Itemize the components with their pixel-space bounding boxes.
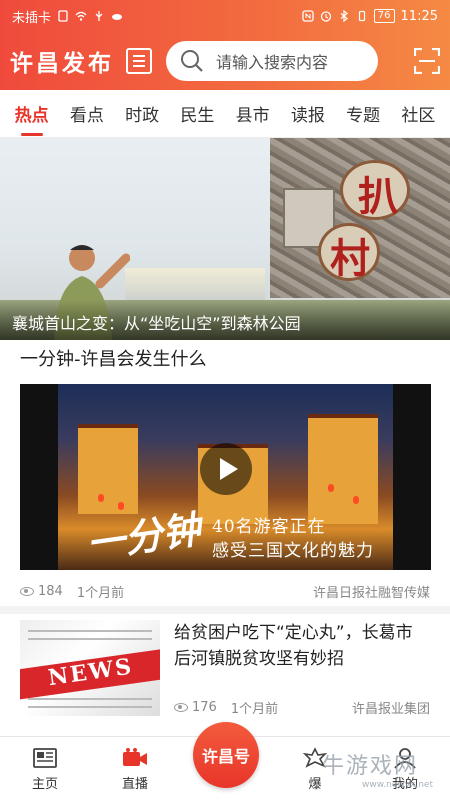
cloud-icon: [112, 14, 123, 20]
thumb-line: [28, 698, 152, 700]
alarm-icon: [320, 11, 331, 22]
nav-live-label: 直播: [121, 777, 148, 792]
clock: 11:25: [400, 8, 438, 24]
news-thumbnail[interactable]: NEWS: [20, 620, 160, 716]
views-icon: [20, 587, 34, 596]
video-camera-icon: [123, 748, 147, 766]
app-header: 未插卡 76 11:25 许昌发布 请输入搜索内容: [0, 0, 450, 90]
newspaper-icon[interactable]: [126, 48, 152, 74]
watermark-text: 牛游戏网: [322, 754, 419, 779]
lantern: [328, 484, 334, 492]
watermark-url: www.newyx.net: [362, 780, 434, 790]
tab-highlights[interactable]: 看点: [68, 97, 106, 130]
video-tower-right: [308, 414, 378, 524]
video-post-title[interactable]: 一分钟-许昌会发生什么: [20, 345, 207, 371]
video-player[interactable]: 一分钟 40名游客正在 感受三国文化的魅力: [20, 384, 431, 570]
video-views: 184: [38, 584, 63, 599]
xuchang-hao-button[interactable]: 许昌号: [193, 722, 259, 788]
watermark: 牛游戏网 www.newyx.net: [322, 748, 433, 790]
section-divider: [0, 606, 450, 614]
tab-hot[interactable]: 热点: [13, 97, 51, 136]
tab-livelihood[interactable]: 民生: [178, 97, 216, 130]
news-source: 许昌报业集团: [351, 702, 430, 717]
views-icon: [174, 703, 188, 712]
sim-icon: [58, 10, 68, 22]
nav-home-label: 主页: [31, 777, 58, 792]
news-title[interactable]: 给贫困户吃下“定心丸”，长葛市后河镇脱贫攻坚有妙招: [174, 620, 424, 672]
usb-icon: [95, 11, 103, 21]
hero-caption: 襄城首山之变：从“坐吃山空”到森林公园: [0, 300, 450, 340]
nfc-icon: [302, 10, 314, 22]
hero-sign-char-1: 扒: [358, 173, 398, 220]
vibrate-icon: [358, 10, 365, 22]
wifi-icon: [75, 11, 87, 21]
app-title: 许昌发布: [10, 51, 114, 77]
search-input[interactable]: 请输入搜索内容: [166, 41, 378, 81]
news-views: 176: [192, 700, 217, 715]
lantern: [98, 494, 104, 502]
tab-community[interactable]: 社区: [399, 97, 437, 130]
status-bar: 未插卡 76 11:25: [0, 0, 450, 32]
search-icon: [181, 50, 203, 72]
video-source: 许昌日报社融智传媒: [312, 586, 430, 601]
thumb-line: [28, 706, 152, 708]
scan-icon[interactable]: [414, 48, 440, 74]
nav-explode-label: 爆: [308, 777, 322, 792]
lantern: [353, 496, 359, 504]
thumb-line: [28, 630, 152, 632]
tab-politics[interactable]: 时政: [123, 97, 161, 130]
news-time: 1个月前: [230, 702, 279, 717]
search-placeholder: 请输入搜索内容: [216, 53, 329, 72]
tab-read-paper[interactable]: 读报: [289, 97, 327, 130]
carrier-label: 未插卡: [12, 10, 52, 26]
news-thumb-label: NEWS: [20, 644, 160, 702]
video-post-meta: 184 1个月前: [20, 582, 124, 601]
video-overlay-line2: 感受三国文化的魅力: [212, 541, 374, 561]
hero-banner[interactable]: 扒 村 襄城首山之变：从“坐吃山空”到森林公园: [0, 138, 450, 340]
thumb-line: [28, 638, 152, 640]
hero-sign-char-2: 村: [330, 235, 370, 282]
video-tower-left: [78, 424, 138, 514]
newspaper-nav-icon: [33, 748, 57, 768]
nav-home[interactable]: 主页: [10, 747, 80, 792]
bluetooth-icon: [340, 10, 348, 22]
tab-counties[interactable]: 县市: [234, 97, 272, 130]
video-time: 1个月前: [76, 586, 125, 601]
news-meta: 176 1个月前: [174, 698, 278, 717]
play-icon[interactable]: [199, 443, 252, 495]
nav-live[interactable]: 直播: [100, 747, 170, 792]
category-tabs: 热点 看点 时政 民生 县市 读报 专题 社区: [0, 90, 450, 138]
battery-indicator: 76: [373, 9, 395, 23]
tab-topics[interactable]: 专题: [344, 97, 382, 130]
video-overlay-line1: 40名游客正在: [212, 517, 326, 537]
